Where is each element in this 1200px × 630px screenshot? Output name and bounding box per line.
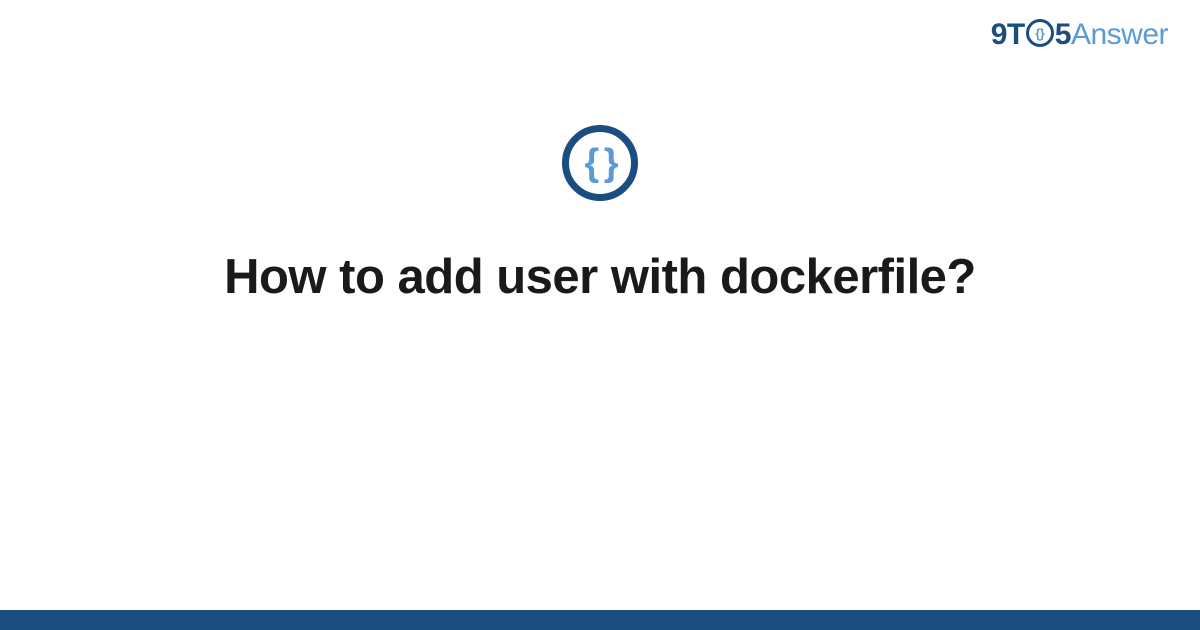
braces-glyph: { } [584, 144, 615, 182]
main-content: { } How to add user with dockerfile? [0, 125, 1200, 305]
logo-circle-icon: {} [1026, 19, 1054, 47]
page-title: How to add user with dockerfile? [224, 249, 976, 305]
site-logo: 9T {} 5 Answer [991, 18, 1168, 52]
logo-text-5: 5 [1055, 18, 1071, 52]
logo-text-answer: Answer [1071, 18, 1168, 52]
logo-text-9t: 9T [991, 18, 1025, 52]
footer-accent-bar [0, 610, 1200, 630]
logo-circle-braces: {} [1035, 27, 1044, 40]
code-braces-icon: { } [562, 125, 638, 201]
